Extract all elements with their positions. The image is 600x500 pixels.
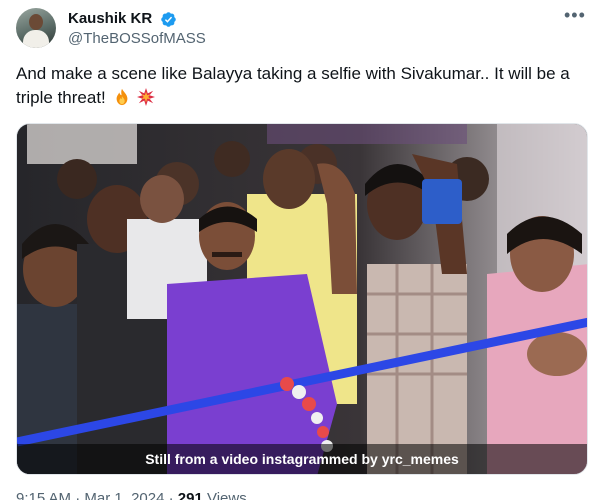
author-display-name[interactable]: Kaushik KR	[68, 10, 152, 28]
tweet-date[interactable]: Mar 1, 2024	[84, 490, 164, 500]
tweet-time[interactable]: 9:15 AM	[16, 490, 71, 500]
more-options-icon[interactable]: •••	[564, 6, 585, 30]
meta-separator: ·	[75, 490, 81, 500]
tweet-meta: 9:15 AM · Mar 1, 2024 · 291 Views	[16, 489, 247, 500]
author-handle[interactable]: @TheBOSSofMASS	[68, 29, 206, 49]
avatar-body	[23, 30, 49, 48]
views-count: 291	[177, 490, 203, 500]
views-label: Views	[206, 490, 247, 500]
avatar-head	[29, 14, 43, 30]
video-still-photo	[17, 124, 587, 474]
author-avatar[interactable]	[16, 8, 56, 48]
tweet-text: And make a scene like Balayya taking a s…	[16, 62, 588, 110]
collision-emoji-icon	[137, 88, 156, 106]
author-names: Kaushik KR @TheBOSSofMASS	[68, 10, 206, 49]
fire-emoji-icon	[116, 88, 127, 106]
verified-badge-icon	[160, 11, 176, 27]
tweet-media-image[interactable]: Still from a video instagrammed by yrc_m…	[16, 123, 588, 475]
media-caption: Still from a video instagrammed by yrc_m…	[17, 444, 587, 474]
meta-separator-2: ·	[168, 490, 174, 500]
tweet-post: Kaushik KR @TheBOSSofMASS ••• And make a…	[0, 0, 600, 500]
tweet-text-body: And make a scene like Balayya taking a s…	[16, 64, 570, 107]
tweet-header: Kaushik KR @TheBOSSofMASS •••	[16, 6, 585, 50]
